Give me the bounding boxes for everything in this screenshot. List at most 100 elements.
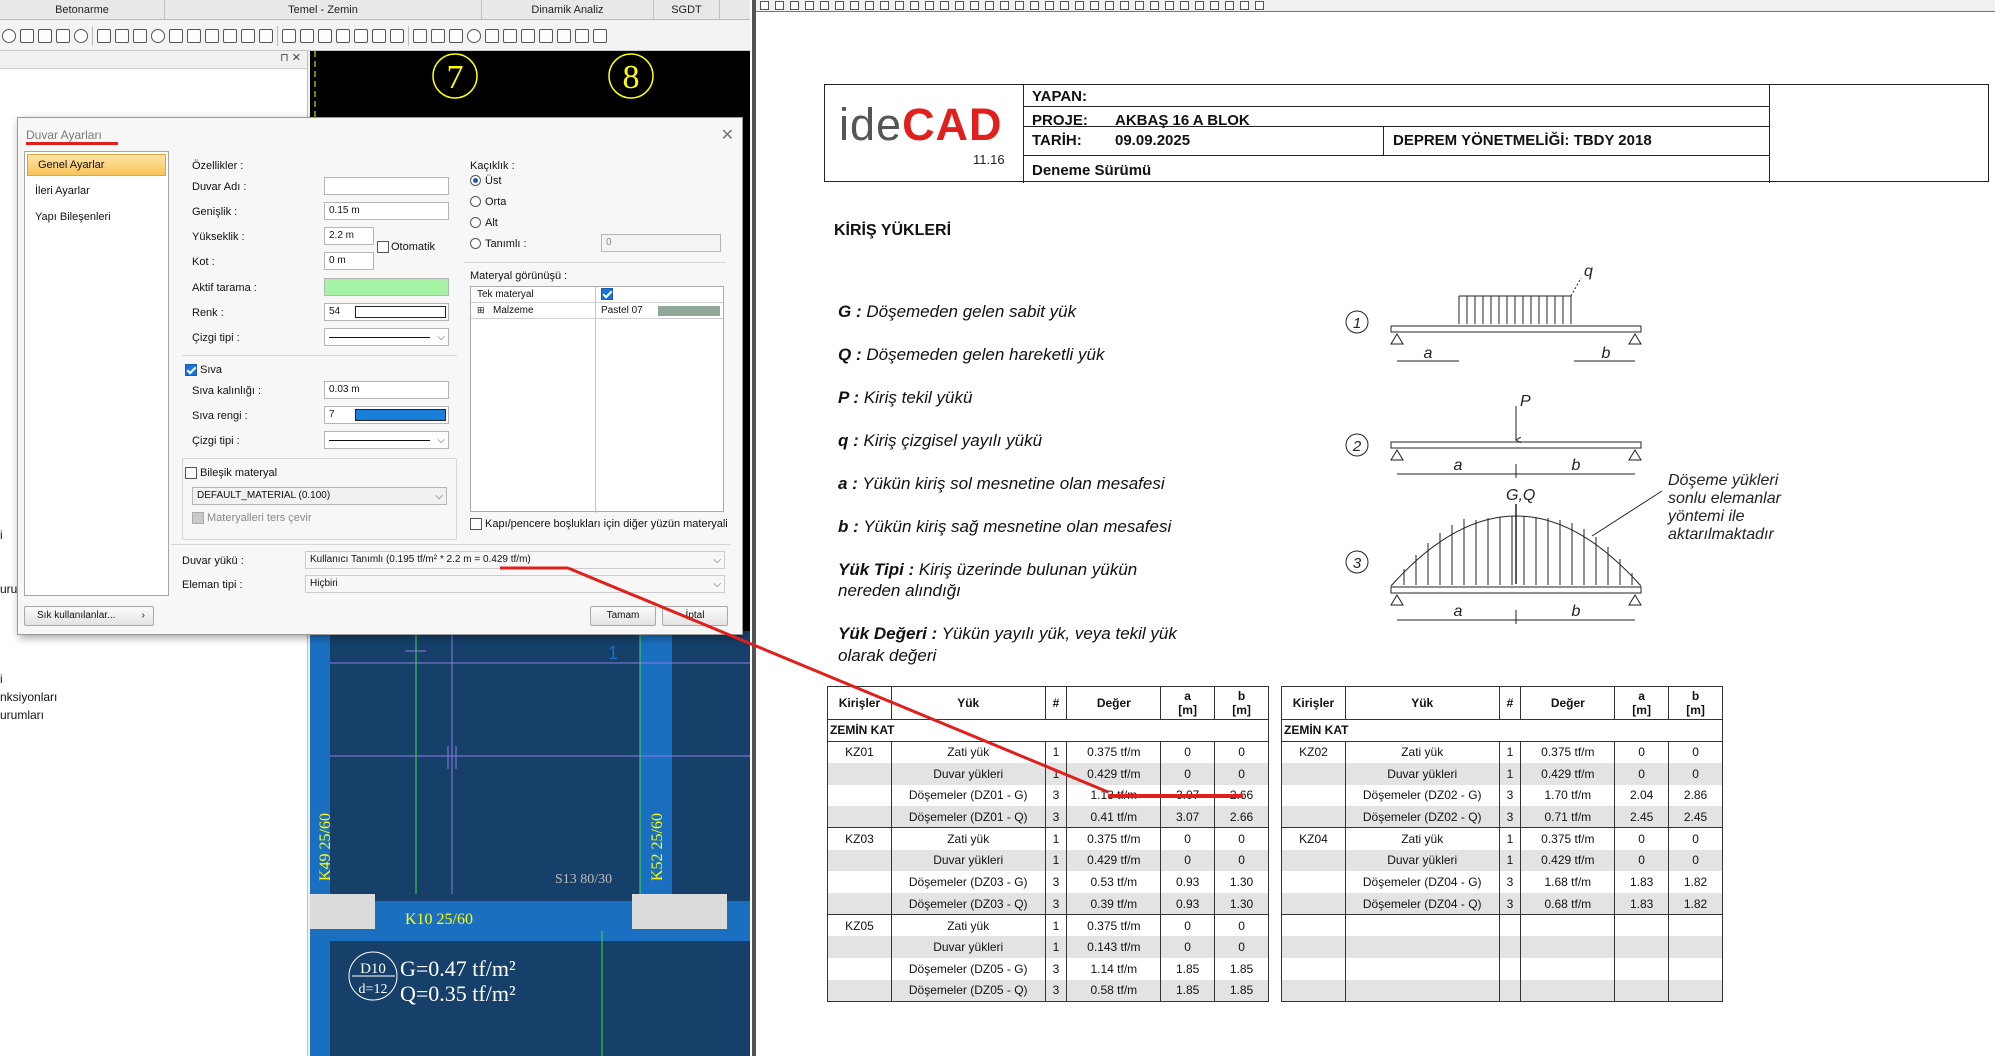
- kot-input[interactable]: 0 m: [324, 252, 374, 270]
- report-tool-icon[interactable]: [1090, 1, 1099, 10]
- report-tool-icon[interactable]: [1135, 1, 1144, 10]
- report-tool-icon[interactable]: [1060, 1, 1069, 10]
- tool-icon[interactable]: [187, 28, 201, 43]
- ters-cevir-checkbox[interactable]: [192, 512, 204, 524]
- report-tool-icon[interactable]: [925, 1, 934, 10]
- tool-icon[interactable]: [38, 28, 52, 43]
- tek-materyal-row[interactable]: Tek materyal: [471, 287, 723, 303]
- report-tool-icon[interactable]: [940, 1, 949, 10]
- tool-icon[interactable]: [205, 28, 219, 43]
- report-tool-icon[interactable]: [1195, 1, 1204, 10]
- tool-icon[interactable]: [20, 28, 34, 43]
- tool-icon[interactable]: [169, 28, 183, 43]
- tool-icon[interactable]: [259, 28, 273, 43]
- tool-icon[interactable]: [413, 28, 427, 43]
- report-tool-icon[interactable]: [805, 1, 814, 10]
- duvar-adi-input[interactable]: [324, 177, 449, 195]
- report-tool-icon[interactable]: [1105, 1, 1114, 10]
- tool-icon[interactable]: [336, 28, 350, 43]
- report-tool-icon[interactable]: [895, 1, 904, 10]
- bilesik-select[interactable]: DEFAULT_MATERIAL (0.100) ⌵: [192, 487, 447, 505]
- iptal-button[interactable]: İptal: [662, 606, 728, 626]
- close-icon[interactable]: ✕: [721, 125, 734, 145]
- report-tool-icon[interactable]: [790, 1, 799, 10]
- cizgi-tipi-select[interactable]: ⌵: [324, 328, 449, 346]
- report-tool-icon[interactable]: [910, 1, 919, 10]
- tool-icon[interactable]: [2, 28, 16, 43]
- tool-icon[interactable]: [372, 28, 386, 43]
- tool-icon[interactable]: [431, 28, 445, 43]
- siva-kalinligi-input[interactable]: 0.03 m: [324, 381, 449, 399]
- tool-icon[interactable]: [97, 28, 111, 43]
- report-tool-icon[interactable]: [1165, 1, 1174, 10]
- genislik-input[interactable]: 0.15 m: [324, 202, 449, 220]
- report-tool-icon[interactable]: [775, 1, 784, 10]
- eleman-tipi-select[interactable]: Hiçbiri ⌵: [305, 575, 725, 593]
- report-tool-icon[interactable]: [985, 1, 994, 10]
- ribbon-tab-temel-zemin[interactable]: Temel - Zemin: [165, 0, 482, 19]
- report-tool-icon[interactable]: [970, 1, 979, 10]
- tool-icon[interactable]: [74, 28, 88, 43]
- tool-icon[interactable]: [575, 28, 589, 43]
- tool-icon[interactable]: [282, 28, 296, 43]
- side-panel-item[interactable]: i: [0, 672, 3, 686]
- bilesik-checkbox[interactable]: [185, 467, 197, 479]
- report-tool-icon[interactable]: [1045, 1, 1054, 10]
- nav-yapi-bilesenleri[interactable]: Yapı Bileşenleri: [25, 204, 168, 230]
- aktif-tarama-swatch[interactable]: [324, 278, 449, 296]
- ribbon-tab-sgdt[interactable]: SGDT: [654, 0, 720, 19]
- tek-materyal-checkbox[interactable]: [601, 288, 613, 300]
- kacklik-ust-radio[interactable]: [470, 175, 481, 186]
- tool-icon[interactable]: [354, 28, 368, 43]
- tool-icon[interactable]: [115, 28, 129, 43]
- ribbon-tab-dinamik-analiz[interactable]: Dinamik Analiz: [482, 0, 654, 19]
- side-panel-item[interactable]: nksiyonları: [0, 690, 57, 704]
- tool-icon[interactable]: [390, 28, 404, 43]
- report-tool-icon[interactable]: [1210, 1, 1219, 10]
- report-tool-icon[interactable]: [1075, 1, 1084, 10]
- report-tool-icon[interactable]: [820, 1, 829, 10]
- tool-icon[interactable]: [557, 28, 571, 43]
- tool-icon[interactable]: [467, 28, 481, 43]
- tool-icon[interactable]: [223, 28, 237, 43]
- report-tool-icon[interactable]: [1120, 1, 1129, 10]
- duvar-yuku-select[interactable]: Kullanıcı Tanımlı (0.195 tf/m² * 2.2 m =…: [305, 551, 725, 569]
- report-tool-icon[interactable]: [1255, 1, 1264, 10]
- kacklik-alt-radio[interactable]: [470, 217, 481, 228]
- report-tool-icon[interactable]: [880, 1, 889, 10]
- tool-icon[interactable]: [318, 28, 332, 43]
- tool-icon[interactable]: [485, 28, 499, 43]
- malzeme-row[interactable]: ⊞ Malzeme Pastel 07: [471, 303, 723, 319]
- report-tool-icon[interactable]: [1180, 1, 1189, 10]
- siva-rengi-picker[interactable]: 7: [324, 406, 449, 424]
- tool-icon[interactable]: [503, 28, 517, 43]
- tanimli-input[interactable]: 0: [601, 234, 721, 252]
- otomatik-checkbox[interactable]: [377, 241, 389, 253]
- kapi-checkbox[interactable]: [470, 518, 482, 530]
- tool-icon[interactable]: [151, 28, 165, 43]
- side-panel-header[interactable]: ⊓ ✕: [0, 51, 307, 69]
- tamam-button[interactable]: Tamam: [590, 606, 656, 626]
- report-tool-icon[interactable]: [850, 1, 859, 10]
- kacklik-tanimli-radio[interactable]: [470, 238, 481, 249]
- side-panel-item[interactable]: urumları: [0, 708, 44, 722]
- tool-icon[interactable]: [300, 28, 314, 43]
- yukseklik-input[interactable]: 2.2 m: [324, 227, 374, 245]
- report-tool-icon[interactable]: [835, 1, 844, 10]
- report-tool-icon[interactable]: [760, 1, 769, 10]
- nav-ileri-ayarlar[interactable]: İleri Ayarlar: [25, 178, 168, 204]
- report-tool-icon[interactable]: [1150, 1, 1159, 10]
- report-tool-icon[interactable]: [955, 1, 964, 10]
- tool-icon[interactable]: [593, 28, 607, 43]
- tool-icon[interactable]: [449, 28, 463, 43]
- tool-icon[interactable]: [539, 28, 553, 43]
- report-tool-icon[interactable]: [1240, 1, 1249, 10]
- siva-checkbox[interactable]: [185, 364, 197, 376]
- ribbon-tab-betonarme[interactable]: Betonarme: [0, 0, 165, 19]
- report-tool-icon[interactable]: [865, 1, 874, 10]
- siva-cizgi-select[interactable]: ⌵: [324, 431, 449, 449]
- tool-icon[interactable]: [133, 28, 147, 43]
- side-panel-item[interactable]: i: [0, 528, 3, 542]
- tool-icon[interactable]: [241, 28, 255, 43]
- sik-kullanilanlar-button[interactable]: Sık kullanılanlar... ›: [24, 606, 154, 626]
